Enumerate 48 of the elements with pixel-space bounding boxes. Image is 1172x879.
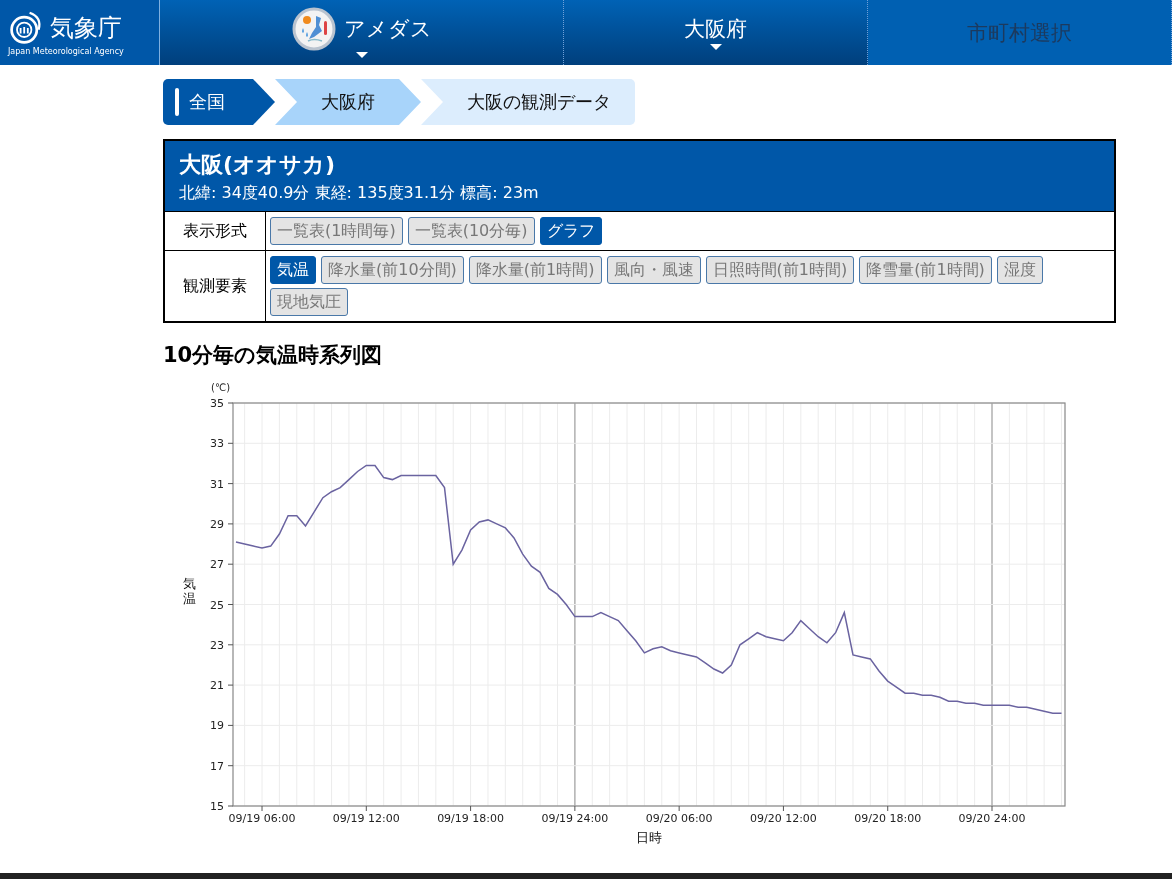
x-tick-label: 09/19 12:00 (332, 812, 400, 825)
x-tick-label: 09/20 06:00 (645, 812, 713, 825)
weather-map-icon (291, 7, 336, 51)
row-label: 表示形式 (165, 212, 266, 250)
breadcrumb-link[interactable]: 大阪府 (275, 79, 421, 125)
station-location: 北緯: 34度40.9分 東経: 135度31.1分 標高: 23m (179, 182, 540, 204)
y-tick-label: 15 (210, 800, 224, 813)
option-button[interactable]: 気温 (270, 256, 316, 284)
option-button[interactable]: 現地気圧 (270, 288, 348, 316)
row-label: 観測要素 (165, 251, 266, 321)
station-name: 大阪(オオサカ) (179, 151, 337, 179)
logo-title: 気象庁 (50, 12, 122, 44)
x-tick-label: 09/19 06:00 (228, 812, 296, 825)
option-button[interactable]: 風向・風速 (606, 256, 701, 284)
nav-menu[interactable]: アメダス (160, 0, 564, 65)
y-tick-label: 19 (210, 719, 224, 733)
y-tick-label: 27 (210, 558, 224, 572)
option-button[interactable]: 降水量(前1時間) (468, 256, 602, 284)
option-button[interactable]: 日照時間(前1時間) (705, 256, 855, 284)
chart-title: 10分毎の気温時系列図 (163, 342, 384, 369)
x-tick-label: 09/19 24:00 (541, 812, 609, 825)
y-axis-title: 気温 (182, 576, 196, 606)
x-tick-label: 09/19 18:00 (437, 812, 505, 825)
y-tick-label: 25 (210, 598, 224, 612)
breadcrumb-link[interactable]: 大阪の観測データ (421, 79, 635, 125)
option-button[interactable]: 湿度 (996, 256, 1043, 284)
option-button[interactable]: グラフ (539, 217, 602, 245)
y-tick-label: 21 (210, 679, 224, 693)
y-tick-label: 29 (210, 517, 224, 531)
x-axis-title: 日時 (636, 830, 662, 845)
y-tick-label: 17 (210, 759, 224, 773)
caret-icon (355, 52, 368, 58)
y-tick-label: 23 (210, 638, 224, 652)
x-tick-label: 09/20 18:00 (854, 812, 922, 825)
logo-subtitle: Japan Meteorological Agency (8, 46, 125, 56)
option-button[interactable]: 一覧表(10分毎) (407, 217, 535, 245)
nav-menu[interactable]: 大阪府 (564, 0, 868, 65)
y-tick-label: 33 (210, 437, 224, 451)
option-button[interactable]: 降水量(前10分間) (321, 256, 464, 284)
breadcrumb-link[interactable]: 全国 (163, 79, 275, 125)
x-tick-label: 09/20 24:00 (958, 812, 1026, 825)
y-tick-label: 31 (210, 477, 224, 491)
option-button[interactable]: 降雪量(前1時間) (859, 256, 992, 284)
caret-icon (709, 44, 722, 50)
x-tick-label: 09/20 12:00 (750, 812, 817, 825)
unit-label: (℃) (211, 382, 231, 393)
y-tick-label: 35 (210, 397, 224, 410)
option-button[interactable]: 一覧表(1時間毎) (270, 217, 403, 245)
